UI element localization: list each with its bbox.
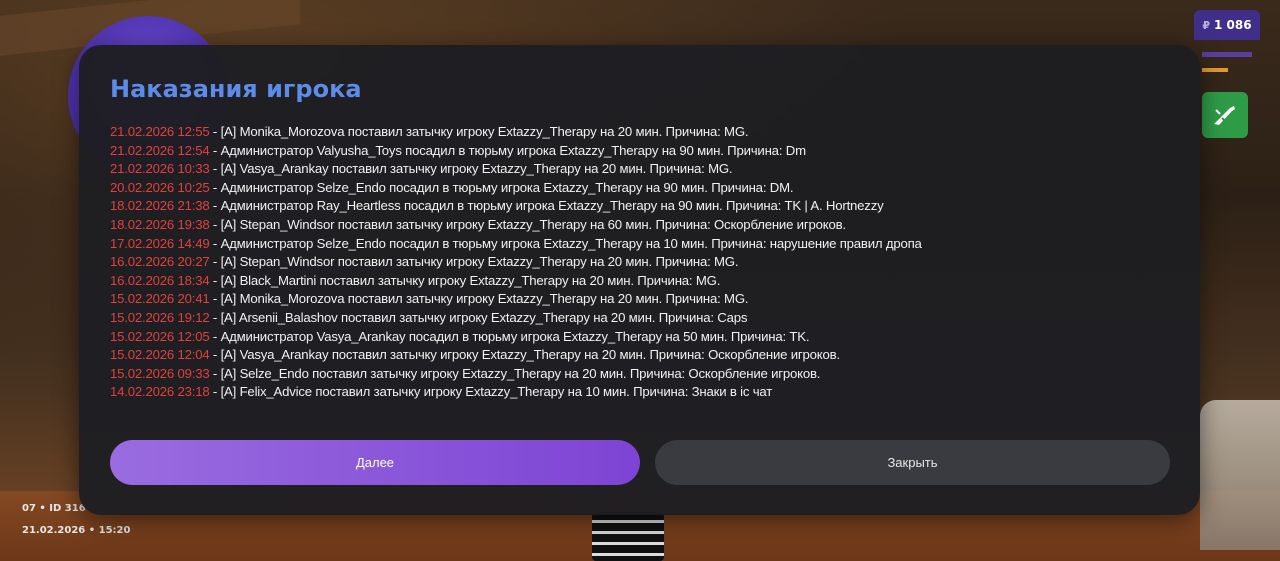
entry-text: - [A] Arsenii_Balashov поставил затычку … xyxy=(209,309,748,325)
entry-text: - [A] Vasya_Arankay поставил затычку игр… xyxy=(209,161,733,177)
next-button[interactable]: Далее xyxy=(110,440,640,485)
punishment-entry: 21.02.2026 10:33 - [A] Vasya_Arankay пос… xyxy=(110,160,1190,179)
entry-text: - [A] Monika_Morozova поставил затычку и… xyxy=(209,124,749,139)
money-amount: 1 086 xyxy=(1214,18,1252,32)
punishment-entry: 15.02.2026 12:04 - [A] Vasya_Arankay пос… xyxy=(110,346,1190,365)
entry-date: 21.02.2026 12:55 xyxy=(110,124,210,139)
entry-text: - Администратор Ray_Heartless посадил в … xyxy=(209,198,884,214)
health-bar xyxy=(1202,52,1252,57)
punishment-entry: 15.02.2026 09:33 - [A] Selze_Endo постав… xyxy=(110,365,1190,384)
punishment-entry: 21.02.2026 12:55 - [A] Monika_Morozova п… xyxy=(110,123,1190,142)
entry-date: 17.02.2026 14:49 xyxy=(110,235,210,251)
punishment-entry: 16.02.2026 18:34 - [A] Black_Martini пос… xyxy=(110,272,1190,291)
dialog-title: Наказания игрока xyxy=(110,75,362,103)
punishment-entry: 15.02.2026 19:12 - [A] Arsenii_Balashov … xyxy=(110,309,1190,328)
punishments-dialog: Наказания игрока 21.02.2026 12:55 - [A] … xyxy=(79,45,1200,515)
entry-date: 15.02.2026 12:04 xyxy=(110,347,210,363)
weapon-slot[interactable] xyxy=(1202,92,1248,138)
entry-date: 15.02.2026 20:41 xyxy=(110,291,210,307)
entry-date: 14.02.2026 23:18 xyxy=(110,384,210,400)
punishment-entry: 21.02.2026 12:54 - Администратор Valyush… xyxy=(110,142,1190,161)
entry-text: - [A] Stepan_Windsor поставил затычку иг… xyxy=(209,254,739,270)
entry-date: 16.02.2026 18:34 xyxy=(110,272,210,288)
player-character-legs xyxy=(592,512,664,561)
entry-date: 15.02.2026 19:12 xyxy=(110,309,210,325)
punishment-entry: 15.02.2026 12:05 - Администратор Vasya_A… xyxy=(110,328,1190,347)
entry-text: - [A] Selze_Endo поставил затычку игроку… xyxy=(209,365,821,381)
entry-date: 15.02.2026 12:05 xyxy=(110,328,210,344)
close-button[interactable]: Закрыть xyxy=(655,440,1170,485)
entry-text: - [A] Black_Martini поставил затычку игр… xyxy=(209,272,721,288)
entry-date: 21.02.2026 12:54 xyxy=(110,142,210,158)
background-object xyxy=(1200,400,1280,550)
punishment-entry: 18.02.2026 19:38 - [A] Stepan_Windsor по… xyxy=(110,216,1190,235)
entry-date: 16.02.2026 20:27 xyxy=(110,254,210,270)
punishment-list: 21.02.2026 12:55 - [A] Monika_Morozova п… xyxy=(110,123,1190,402)
entry-date: 18.02.2026 21:38 xyxy=(110,198,210,214)
punishment-entry: 18.02.2026 21:38 - Администратор Ray_Hea… xyxy=(110,197,1190,216)
currency-symbol: ₽ xyxy=(1202,18,1211,32)
entry-date: 15.02.2026 09:33 xyxy=(110,365,210,381)
server-id-info: 07 • ID 316 xyxy=(22,503,86,514)
entry-text: - [A] Vasya_Arankay поставил затычку игр… xyxy=(209,347,840,363)
entry-date: 18.02.2026 19:38 xyxy=(110,216,210,232)
entry-text: - Администратор Valyusha_Toys посадил в … xyxy=(209,142,806,158)
entry-date: 20.02.2026 10:25 xyxy=(110,179,210,195)
punishment-entry: 17.02.2026 14:49 - Администратор Selze_E… xyxy=(110,235,1190,254)
entry-text: - [A] Felix_Advice поставил затычку игро… xyxy=(209,384,773,400)
punishment-entry: 20.02.2026 10:25 - Администратор Selze_E… xyxy=(110,179,1190,198)
datetime-info: 21.02.2026 • 15:20 xyxy=(22,525,131,536)
hunger-bar xyxy=(1202,68,1228,72)
punishment-entry: 16.02.2026 20:27 - [A] Stepan_Windsor по… xyxy=(110,253,1190,272)
entry-text: - Администратор Selze_Endo посадил в тюр… xyxy=(209,179,794,195)
punishment-entry: 14.02.2026 23:18 - [A] Felix_Advice пост… xyxy=(110,383,1190,402)
punishment-entry: 15.02.2026 20:41 - [A] Monika_Morozova п… xyxy=(110,290,1190,309)
money-display: ₽ 1 086 xyxy=(1194,10,1260,40)
rifle-icon xyxy=(1214,106,1235,125)
entry-text: - Администратор Selze_Endo посадил в тюр… xyxy=(209,235,922,251)
entry-text: - Администратор Vasya_Arankay посадил в … xyxy=(209,328,810,344)
entry-date: 21.02.2026 10:33 xyxy=(110,161,210,177)
entry-text: - [A] Monika_Morozova поставил затычку и… xyxy=(209,291,749,307)
entry-text: - [A] Stepan_Windsor поставил затычку иг… xyxy=(209,216,846,232)
